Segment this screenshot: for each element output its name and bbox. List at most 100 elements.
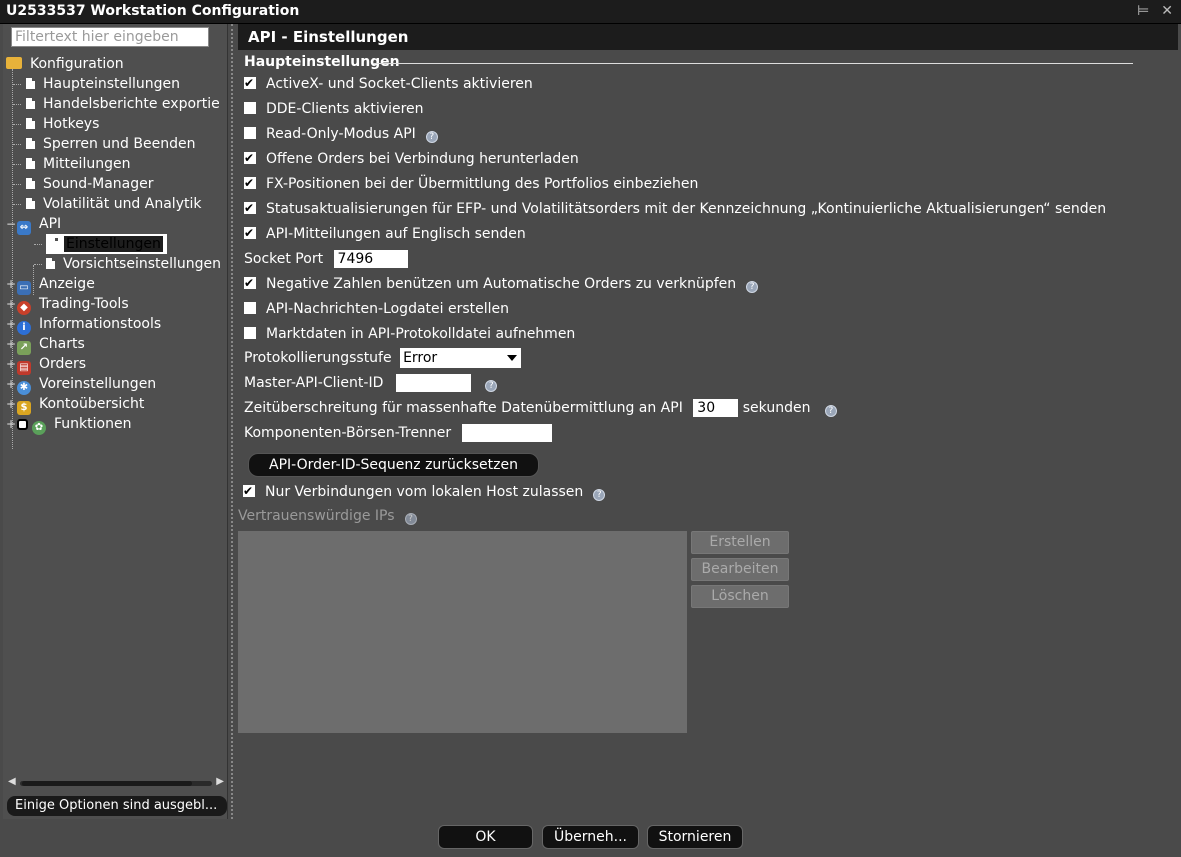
create-button: Erstellen xyxy=(691,531,789,554)
hidden-options-note[interactable]: Einige Optionen sind ausgebl... xyxy=(7,796,227,816)
log-level-select[interactable]: Error xyxy=(400,348,522,368)
checkbox[interactable] xyxy=(244,273,256,293)
tree-item-kontouebersicht[interactable]: + $ Kontoübersicht xyxy=(6,394,146,415)
ok-button[interactable]: OK xyxy=(438,825,533,849)
socket-port-row: Socket Port 7496 xyxy=(244,249,408,269)
close-icon[interactable]: ✕ xyxy=(1161,3,1173,19)
reset-order-id-button[interactable]: API-Order-ID-Sequenz zurücksetzen xyxy=(248,453,539,477)
scroll-thumb[interactable] xyxy=(22,781,192,786)
tree-item-api-einstellungen[interactable]: Einstellungen xyxy=(46,234,167,254)
option-english-messages[interactable]: API-Mitteilungen auf Englisch senden xyxy=(244,223,526,244)
option-activex[interactable]: ActiveX- und Socket-Clients aktivieren xyxy=(244,73,533,94)
tree-item-charts[interactable]: + ↗ Charts xyxy=(6,334,87,355)
expand-icon[interactable]: + xyxy=(6,374,16,394)
help-icon[interactable]: ? xyxy=(404,513,417,525)
settings-panel: API - Einstellungen Haupteinstellungen A… xyxy=(238,24,1178,819)
collapse-icon[interactable]: − xyxy=(6,214,16,234)
expand-icon[interactable]: + xyxy=(6,394,16,414)
help-icon[interactable]: ? xyxy=(746,281,759,293)
cancel-button[interactable]: Stornieren xyxy=(647,825,743,849)
help-icon[interactable]: ? xyxy=(425,131,438,143)
expand-icon[interactable]: + xyxy=(6,354,16,374)
expand-icon[interactable]: + xyxy=(6,414,16,434)
tree-item-volatilitaet[interactable]: Volatilität und Analytik xyxy=(26,194,203,214)
option-open-orders[interactable]: Offene Orders bei Verbindung herunterlad… xyxy=(244,148,579,169)
trusted-ips-row: Vertrauenswürdige IPs? xyxy=(238,508,417,525)
option-fx-positions[interactable]: FX-Positionen bei der Übermittlung des P… xyxy=(244,173,698,194)
tree-root-konfiguration[interactable]: Konfiguration xyxy=(6,54,126,74)
tree-item-handelsberichte[interactable]: Handelsberichte exportie xyxy=(26,94,222,114)
option-market-data-log[interactable]: Marktdaten in API-Protokolldatei aufnehm… xyxy=(244,324,575,344)
checkbox[interactable] xyxy=(244,302,256,314)
tree-item-mitteilungen[interactable]: Mitteilungen xyxy=(26,154,132,174)
folder-icon xyxy=(6,57,22,69)
checkbox[interactable] xyxy=(244,127,256,139)
timeout-input[interactable]: 30 xyxy=(693,399,739,417)
tree-item-informationstools[interactable]: + i Informationstools xyxy=(6,314,163,335)
tree-item-sperren[interactable]: Sperren und Beenden xyxy=(26,134,197,154)
checkbox[interactable] xyxy=(244,327,256,339)
expand-icon[interactable]: + xyxy=(6,334,16,354)
tree-item-hotkeys[interactable]: Hotkeys xyxy=(26,114,101,134)
config-tree-panel: Filtertext hier eingeben Konfiguration H… xyxy=(3,24,228,819)
tree-item-api[interactable]: − ⇔ API xyxy=(6,214,63,235)
option-negative-numbers[interactable]: Negative Zahlen benützen um Automatische… xyxy=(244,273,759,294)
option-localhost-only[interactable]: Nur Verbindungen vom lokalen Host zulass… xyxy=(243,481,606,502)
master-id-input[interactable] xyxy=(395,374,471,392)
master-id-label: Master-API-Client-ID xyxy=(244,375,384,391)
document-icon xyxy=(26,118,35,129)
option-readonly[interactable]: Read-Only-Modus API? xyxy=(244,124,438,144)
option-status-updates[interactable]: Statusaktualisierungen für EFP- und Vola… xyxy=(244,198,1106,219)
config-tree: Konfiguration Haupteinstellungen Handels… xyxy=(3,54,228,449)
checkbox[interactable] xyxy=(244,173,256,193)
checkbox[interactable] xyxy=(244,198,256,218)
checkbox[interactable] xyxy=(244,102,256,114)
tree-item-vorsichtseinstellungen[interactable]: Vorsichtseinstellungen xyxy=(46,254,223,274)
pin-icon[interactable]: ⊨ xyxy=(1137,3,1149,19)
tree-item-haupteinstellungen[interactable]: Haupteinstellungen xyxy=(26,74,182,94)
expand-icon[interactable]: + xyxy=(6,314,16,334)
window-title: U2533537 Workstation Configuration xyxy=(6,3,300,19)
chart-icon: ↗ xyxy=(17,341,31,355)
checkbox[interactable] xyxy=(244,223,256,243)
scroll-left-icon[interactable]: ◀ xyxy=(8,776,16,787)
document-icon xyxy=(26,98,35,109)
document-icon xyxy=(46,258,55,269)
help-icon[interactable]: ? xyxy=(485,380,498,392)
separator-label: Komponenten-Börsen-Trenner xyxy=(244,425,452,441)
panel-splitter[interactable] xyxy=(231,24,235,819)
expand-icon[interactable]: + xyxy=(6,294,16,314)
help-icon[interactable]: ? xyxy=(593,489,606,501)
document-icon xyxy=(49,238,58,249)
tree-item-anzeige[interactable]: + ▭ Anzeige xyxy=(6,274,97,295)
scroll-right-icon[interactable]: ▶ xyxy=(216,776,224,787)
checkbox-icon[interactable] xyxy=(17,419,28,430)
document-icon xyxy=(26,178,35,189)
tree-horizontal-scrollbar[interactable]: ◀ ▶ xyxy=(6,776,226,790)
separator-input[interactable] xyxy=(461,424,552,442)
presets-icon: ✱ xyxy=(17,381,31,395)
document-icon xyxy=(26,138,35,149)
tree-item-orders[interactable]: + ▤ Orders xyxy=(6,354,88,375)
trading-tools-icon: ◆ xyxy=(17,301,31,315)
document-icon xyxy=(26,198,35,209)
option-api-logfile[interactable]: API-Nachrichten-Logdatei erstellen xyxy=(244,299,509,319)
filter-input[interactable]: Filtertext hier eingeben xyxy=(11,27,209,47)
expand-icon[interactable]: + xyxy=(6,274,16,294)
document-icon xyxy=(26,78,35,89)
checkbox[interactable] xyxy=(243,481,255,501)
checkbox[interactable] xyxy=(244,148,256,168)
tree-item-trading-tools[interactable]: + ◆ Trading-Tools xyxy=(6,294,131,315)
socket-port-input[interactable]: 7496 xyxy=(333,250,408,268)
tree-item-funktionen[interactable]: + ✿ Funktionen xyxy=(6,414,133,435)
apply-button[interactable]: Überneh... xyxy=(542,825,639,849)
document-icon xyxy=(26,158,35,169)
display-icon: ▭ xyxy=(17,281,31,295)
tree-item-sound-manager[interactable]: Sound-Manager xyxy=(26,174,156,194)
tree-item-voreinstellungen[interactable]: + ✱ Voreinstellungen xyxy=(6,374,158,395)
option-dde[interactable]: DDE-Clients aktivieren xyxy=(244,99,424,119)
trusted-ips-label: Vertrauenswürdige IPs xyxy=(238,508,395,524)
delete-button: Löschen xyxy=(691,585,789,608)
checkbox[interactable] xyxy=(244,73,256,93)
help-icon[interactable]: ? xyxy=(824,405,837,417)
